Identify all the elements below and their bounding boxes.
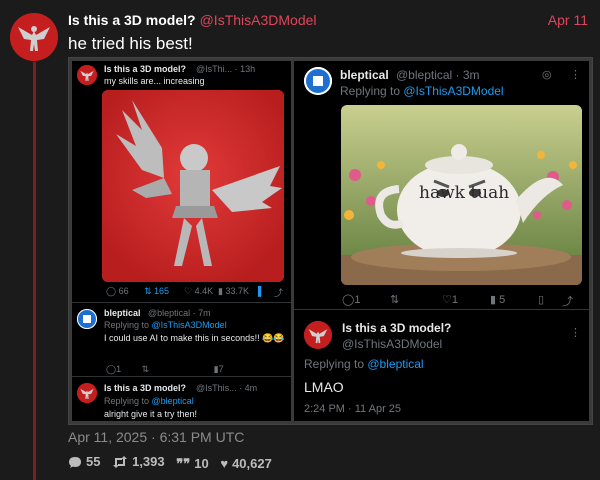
retweet-icon	[113, 455, 128, 468]
more-icon[interactable]: ⋮	[570, 68, 581, 81]
teapot-photo: hawk tuah	[341, 105, 582, 285]
reply-count[interactable]: ◯1	[106, 364, 121, 374]
author-name[interactable]: Is this a 3D model? @IsThisA3DModel	[68, 12, 317, 28]
tweet2-meta: @bleptical · 7m	[148, 308, 211, 318]
winged-figure-icon	[10, 13, 58, 61]
tweet2-handle: @IsThisA3DModel	[342, 337, 443, 351]
tweet1-meta: @IsThi... · 13h	[196, 64, 256, 74]
tweet3-text: alright give it a try then!	[104, 409, 198, 419]
tweet1-meta: @bleptical · 3m	[396, 68, 480, 82]
post-text: he tried his best!	[68, 34, 193, 53]
tweet1-name: Is this a 3D model?	[104, 64, 187, 74]
tweet3-meta: @IsThis... · 4m	[196, 383, 258, 393]
tweet2-name: bleptical	[104, 308, 141, 318]
like-stat[interactable]: ♥ 40,627	[220, 456, 271, 471]
tweet1-avatar	[77, 65, 97, 85]
right-screenshot-panel: bleptical @bleptical · 3m ◎ ⋮ Replying t…	[294, 61, 589, 421]
tweet2-replying: Replying to @IsThisA3DModel	[104, 320, 227, 330]
view-count[interactable]: ▮ 5	[490, 293, 505, 306]
quote-icon: ❞❞	[176, 455, 191, 471]
comment-icon	[69, 456, 81, 468]
tweet2-avatar	[304, 321, 332, 349]
divider	[72, 376, 291, 377]
repost-icon[interactable]: ⇅	[142, 364, 150, 374]
divider	[294, 309, 589, 310]
like-count[interactable]: ♡ 4.4K	[184, 286, 213, 297]
bookmark-icon[interactable]: ▯	[538, 293, 544, 306]
tweet2-avatar	[77, 309, 97, 329]
bookmark-icon[interactable]: ▌	[258, 286, 264, 296]
tweet1-replying: Replying to @IsThisA3DModel	[340, 84, 504, 98]
heart-icon: ♥	[220, 455, 229, 471]
view-count[interactable]: ▮7	[214, 364, 224, 374]
tweet2-text: LMAO	[304, 379, 344, 395]
divider	[72, 302, 291, 303]
quote-stat[interactable]: ❞❞ 10	[176, 456, 208, 472]
post-stats: 55 1,393 ❞❞ 10 ♥ 40,627	[68, 454, 280, 472]
reply-count[interactable]: ◯1	[342, 293, 360, 306]
author-display-name[interactable]: Is this a 3D model?	[68, 12, 196, 28]
tweet3-name: Is this a 3D model?	[104, 383, 187, 393]
author-handle[interactable]: @IsThisA3DModel	[200, 12, 317, 28]
reply-count[interactable]: ◯ 66	[106, 286, 129, 297]
share-icon[interactable]: ⤴	[274, 286, 283, 299]
thread-line	[33, 62, 36, 480]
like-count[interactable]: ♡1	[442, 293, 458, 306]
tweet3-replying: Replying to @bleptical	[104, 396, 194, 406]
tweet2-text: I could use AI to make this in seconds!!…	[104, 333, 285, 343]
repost-count[interactable]: ⇅ 165	[144, 286, 169, 297]
tweet2-actions: ◯1 ⇅ ▮7	[106, 364, 224, 375]
teapot-text: hawk tuah	[419, 183, 510, 203]
reply-stat[interactable]: 55	[68, 454, 100, 469]
repost-stat[interactable]: 1,393	[112, 454, 165, 469]
post-timestamp[interactable]: Apr 11, 2025 · 6:31 PM UTC	[68, 429, 244, 445]
author-avatar[interactable]	[10, 13, 58, 61]
more-icon[interactable]: ⋮	[570, 326, 581, 339]
statue-photo	[102, 90, 284, 282]
tweet2-name: Is this a 3D model?	[342, 321, 452, 335]
view-count[interactable]: ▮ 33.7K	[218, 286, 249, 297]
tweet1-avatar	[304, 67, 332, 95]
tweet1-text: my skills are... increasing	[104, 76, 205, 86]
post-date[interactable]: Apr 11	[548, 12, 588, 28]
winged-statue-icon	[102, 90, 284, 282]
tweet1-name: bleptical	[340, 68, 389, 82]
left-screenshot-panel: Is this a 3D model? @IsThi... · 13h my s…	[72, 61, 291, 421]
tweet2-timestamp: 2:24 PM · 11 Apr 25	[304, 403, 402, 415]
attached-image[interactable]: Is this a 3D model? @IsThi... · 13h my s…	[68, 57, 593, 425]
share-icon[interactable]: ⤴	[562, 293, 573, 309]
repost-icon[interactable]: ⇅	[390, 293, 399, 306]
tweet2-replying: Replying to @bleptical	[304, 357, 424, 371]
tweet3-avatar	[77, 383, 97, 403]
grok-icon[interactable]: ◎	[542, 68, 552, 81]
